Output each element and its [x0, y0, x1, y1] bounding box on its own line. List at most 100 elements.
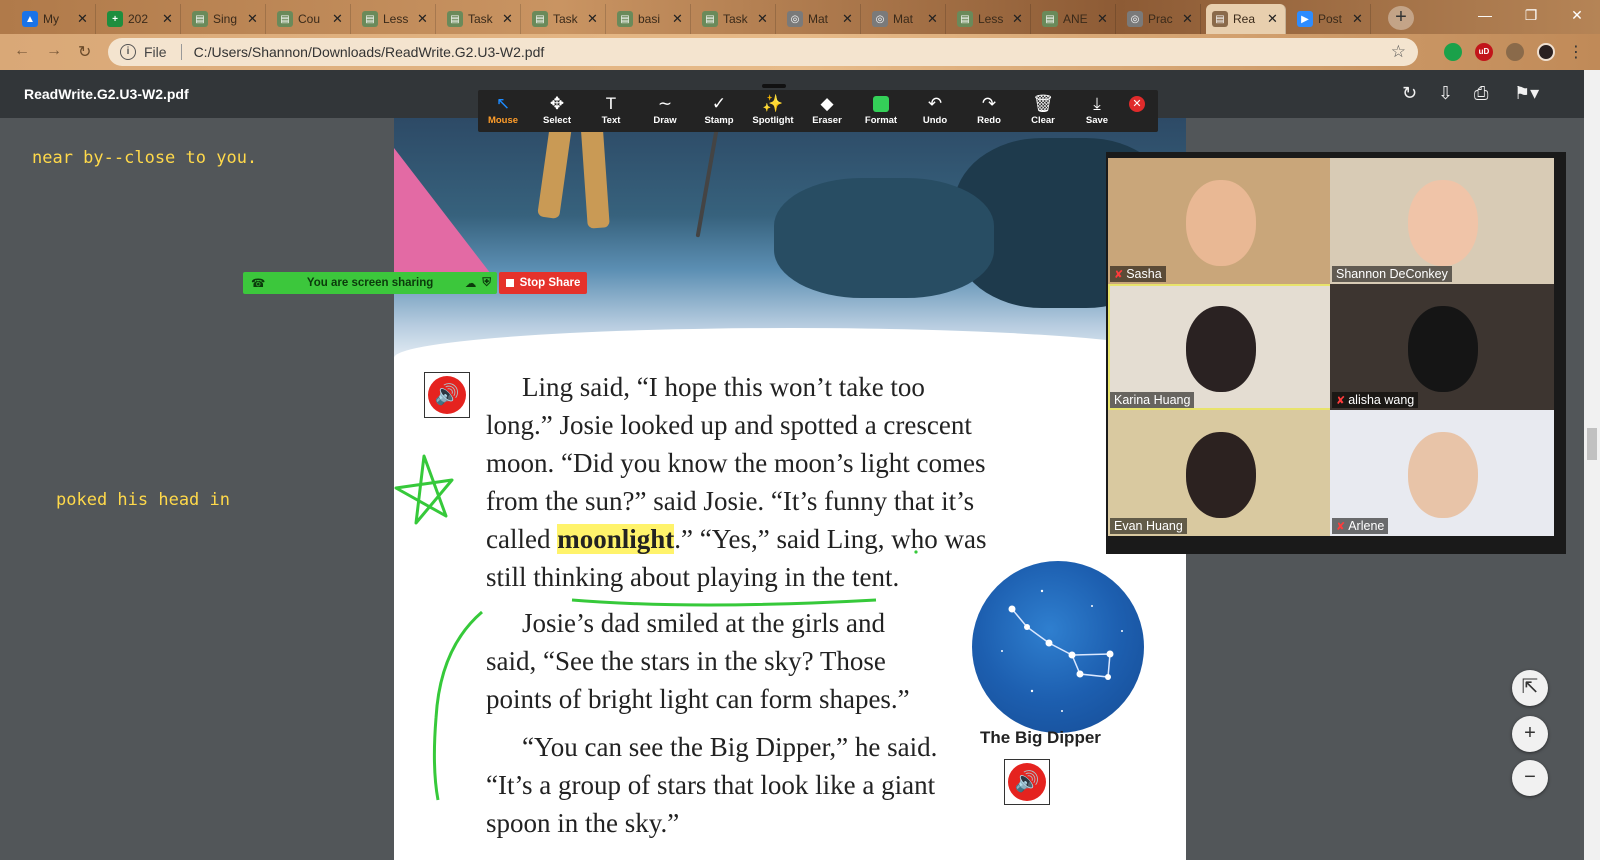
annotate-tool-save[interactable]: ⤓ Save [1070, 93, 1124, 126]
browser-tab[interactable]: ▤ Less ✕ [951, 4, 1031, 34]
browser-tab[interactable]: +202 ✕ [101, 4, 181, 34]
annotate-tool-stamp[interactable]: ✓ Stamp [692, 93, 746, 126]
info-icon[interactable]: i [120, 44, 136, 60]
side-note-poked-head: poked his head in [56, 490, 230, 510]
tab-close-icon[interactable]: ✕ [1182, 11, 1194, 27]
rotate-icon[interactable]: ↻ [1402, 83, 1417, 104]
close-window-icon[interactable]: ✕ [1554, 0, 1600, 30]
tab-close-icon[interactable]: ✕ [77, 11, 89, 27]
participant-video-tile[interactable]: ✘ alisha wang [1330, 284, 1554, 410]
tab-close-icon[interactable]: ✕ [927, 11, 939, 27]
annotate-tool-text[interactable]: T Text [584, 93, 638, 126]
tab-close-icon[interactable]: ✕ [162, 11, 174, 27]
annotate-tool-undo[interactable]: ↶ Undo [908, 93, 962, 126]
ublock-icon[interactable]: uD [1475, 43, 1493, 61]
new-tab-button[interactable]: + [1388, 6, 1414, 30]
extension-green-icon[interactable] [1444, 43, 1462, 61]
tab-close-icon[interactable]: ✕ [502, 11, 514, 27]
scroll-thumb[interactable] [1587, 428, 1597, 460]
tab-strip: ▲ My ✕ +202 ✕ ▤ Sing ✕ ▤ Cou ✕ ▤ Less ✕ ▤ Task ✕ ▤ Task ✕ ▤… [0, 0, 1600, 34]
zoom-in-button[interactable]: + [1512, 716, 1548, 752]
participant-video-tile[interactable]: Karina Huang [1108, 284, 1332, 410]
browser-tab[interactable]: ▤ Cou ✕ [271, 4, 351, 34]
fit-page-button[interactable]: ⇱ [1512, 670, 1548, 706]
format-swatch [873, 96, 889, 112]
text-icon: T [605, 94, 617, 113]
browser-tab[interactable]: ▤ Less ✕ [356, 4, 436, 34]
tab-close-icon[interactable]: ✕ [1097, 11, 1109, 27]
stamp-icon: ✓ [711, 94, 727, 113]
participant-video-tile[interactable]: ✘ Arlene [1330, 410, 1554, 536]
browser-tab[interactable]: ▤ Task ✕ [696, 4, 776, 34]
tab-close-icon[interactable]: ✕ [672, 11, 684, 27]
tab-title: Task [553, 12, 578, 26]
annotate-tool-draw[interactable]: ∼ Draw [638, 93, 692, 126]
download-icon[interactable]: ⇩ [1438, 83, 1453, 104]
browser-tab[interactable]: ▤ Task ✕ [526, 4, 606, 34]
participant-face [1408, 432, 1478, 518]
tab-close-icon[interactable]: ✕ [842, 11, 854, 27]
tab-close-icon[interactable]: ✕ [332, 11, 344, 27]
participant-video-tile[interactable]: Evan Huang [1108, 410, 1332, 536]
tool-label: Undo [922, 115, 948, 126]
browser-tab[interactable]: ◎ Mat ✕ [781, 4, 861, 34]
page-scrollbar[interactable] [1584, 70, 1600, 860]
annotate-tool-eraser[interactable]: ◆ Eraser [800, 93, 854, 126]
tab-close-icon[interactable]: ✕ [1352, 11, 1364, 27]
tool-label: Spotlight [752, 115, 794, 126]
browser-tab[interactable]: ▤ basi ✕ [611, 4, 691, 34]
tab-close-icon[interactable]: ✕ [1267, 11, 1279, 27]
browser-tab[interactable]: ▤ Sing ✕ [186, 4, 266, 34]
close-annotate-icon[interactable]: ✕ [1129, 96, 1145, 112]
restore-icon[interactable]: ❐ [1508, 0, 1554, 30]
toolbar-drag-handle[interactable] [762, 84, 786, 88]
browser-tab[interactable]: ▤ Rea ✕ [1206, 4, 1286, 34]
zoom-out-button[interactable]: − [1512, 760, 1548, 796]
tab-close-icon[interactable]: ✕ [587, 11, 599, 27]
bookmark-star-icon[interactable]: ☆ [1391, 42, 1406, 62]
profile-avatar[interactable] [1537, 43, 1555, 61]
minimize-icon[interactable]: — [1462, 0, 1508, 30]
tool-label: Format [864, 115, 898, 126]
tool-label: Eraser [812, 115, 842, 126]
bookmark-menu-icon[interactable]: ⚑▾ [1514, 83, 1539, 104]
tab-title: My [43, 12, 59, 26]
annotate-tool-clear[interactable]: 🗑 Clear [1016, 93, 1070, 126]
eraser-icon: ◆ [820, 94, 834, 113]
extensions-puzzle-icon[interactable] [1506, 43, 1524, 61]
browser-tab[interactable]: ▶ Post ✕ [1291, 4, 1371, 34]
annotate-tool-select[interactable]: ✥ Select [530, 93, 584, 126]
participant-video-tile[interactable]: ✘ Sasha [1108, 158, 1332, 284]
annotate-tool-redo[interactable]: ↷ Redo [962, 93, 1016, 126]
doc-icon: ▤ [447, 11, 463, 27]
doc-icon: ▤ [192, 11, 208, 27]
forward-icon[interactable]: → [46, 42, 62, 60]
stop-share-button[interactable]: Stop Share [499, 272, 587, 294]
tab-close-icon[interactable]: ✕ [247, 11, 259, 27]
tab-close-icon[interactable]: ✕ [757, 11, 769, 27]
address-bar[interactable]: i File C:/Users/Shannon/Downloads/ReadWr… [108, 38, 1418, 66]
doc-icon: ▤ [277, 11, 293, 27]
participant-video-tile[interactable]: Shannon DeConkey [1330, 158, 1554, 284]
browser-tab[interactable]: ▤ Task ✕ [441, 4, 521, 34]
reload-icon[interactable]: ↻ [78, 42, 91, 62]
browser-tab[interactable]: ▲ My ✕ [16, 4, 96, 34]
annotate-tool-format[interactable]: Format [854, 93, 908, 126]
print-icon[interactable]: ⎙ [1474, 83, 1488, 104]
annotate-tool-spotlight[interactable]: ✨ Spotlight [746, 93, 800, 126]
tab-close-icon[interactable]: ✕ [1012, 11, 1024, 27]
participant-face [1186, 306, 1256, 392]
stop-square-icon [505, 279, 514, 287]
menu-kebab-icon[interactable]: ⋮ [1568, 42, 1584, 62]
participant-name-label: ✘ alisha wang [1332, 392, 1419, 408]
browser-tab[interactable]: ▤ ANE ✕ [1036, 4, 1116, 34]
annotate-tool-mouse[interactable]: ↖ Mouse [476, 93, 530, 126]
browser-tab[interactable]: ◎ Mat ✕ [866, 4, 946, 34]
browser-toolbar: ← → ↻ i File C:/Users/Shannon/Downloads/… [0, 34, 1600, 70]
tab-title: basi [638, 12, 661, 26]
tab-close-icon[interactable]: ✕ [417, 11, 429, 27]
globe-icon: ◎ [872, 11, 888, 27]
back-icon[interactable]: ← [14, 42, 30, 60]
screen-sharing-label: You are screen sharing [306, 277, 434, 289]
browser-tab[interactable]: ◎ Prac ✕ [1121, 4, 1201, 34]
